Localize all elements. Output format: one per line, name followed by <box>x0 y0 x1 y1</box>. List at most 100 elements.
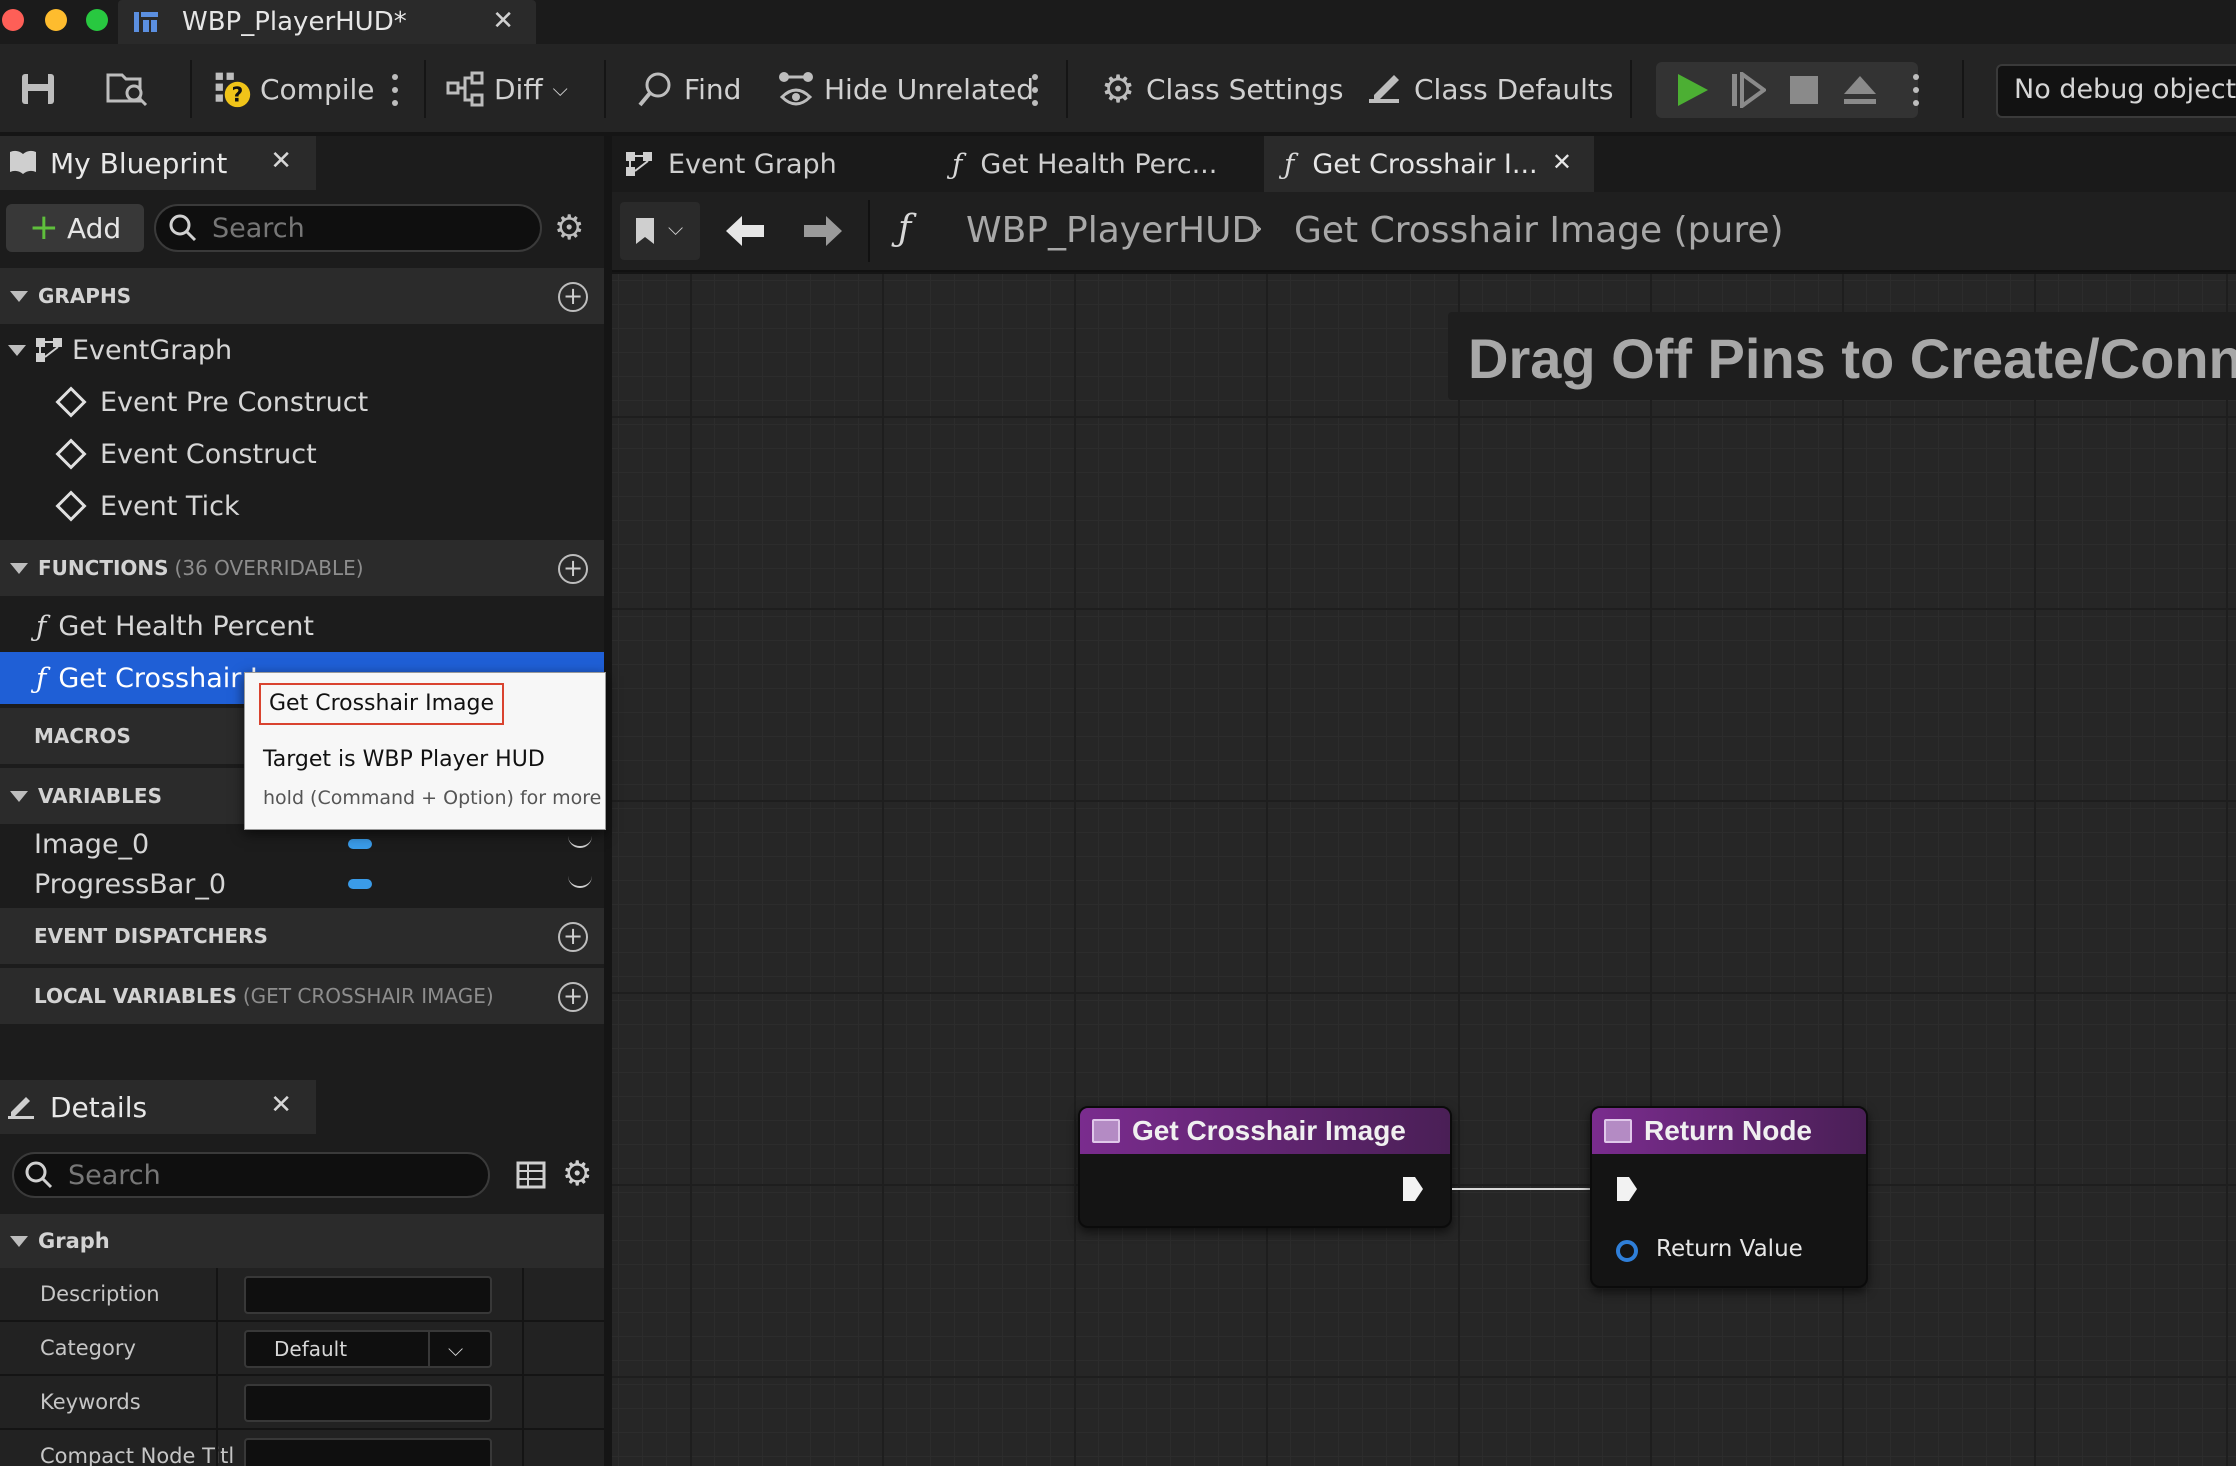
tab-event-graph[interactable]: Event Graph <box>624 136 837 192</box>
browse-button[interactable] <box>104 44 150 134</box>
graph-tab-bar: Event Graph ƒ Get Health Perc... ƒ Get C… <box>612 136 2236 192</box>
add-function-icon[interactable]: + <box>558 554 588 584</box>
close-tab-icon[interactable]: ✕ <box>1552 148 1572 176</box>
class-settings-button[interactable]: ⚙ Class Settings <box>1098 44 1343 134</box>
graph-section-header[interactable]: Graph <box>0 1214 604 1268</box>
event-label: Event Tick <box>100 490 240 522</box>
function-node-icon <box>1604 1119 1632 1143</box>
details-search-input[interactable]: Search <box>12 1152 490 1198</box>
tooltip-hint: hold (Command + Option) for more <box>263 787 602 809</box>
exec-in-pin[interactable] <box>1616 1176 1638 1202</box>
details-tab-label: Details <box>50 1090 148 1124</box>
functions-overridable-count: (36 OVERRIDABLE) <box>174 556 364 580</box>
function-icon: ƒ <box>36 609 47 643</box>
blueprint-search-input[interactable]: Search <box>154 204 542 252</box>
function-icon: ƒ <box>36 661 47 695</box>
function-icon: ƒ <box>898 208 912 249</box>
eject-icon[interactable] <box>1842 72 1878 108</box>
stop-icon[interactable] <box>1786 72 1822 108</box>
play-options-menu[interactable] <box>1912 74 1920 106</box>
details-tab[interactable]: Details ✕ <box>0 1080 316 1134</box>
class-defaults-icon <box>1366 69 1406 109</box>
return-value-pin[interactable] <box>1616 1240 1638 1262</box>
tab-get-health-percent[interactable]: ƒ Get Health Perc... <box>952 136 1217 192</box>
close-tab-icon[interactable]: ✕ <box>270 1090 292 1120</box>
description-label: Description <box>40 1282 160 1306</box>
visibility-eye-icon[interactable] <box>568 836 592 848</box>
class-defaults-label: Class Defaults <box>1414 72 1614 106</box>
hide-unrelated-options-menu[interactable] <box>1031 74 1039 106</box>
function-label: Get Crosshair I <box>58 662 258 694</box>
widget-blueprint-icon <box>134 12 158 32</box>
variable-row-progressbar-0[interactable]: ProgressBar_0 <box>0 864 604 904</box>
category-combo[interactable]: Default ⌵ <box>244 1330 492 1368</box>
variable-row-image-0[interactable]: Image_0 <box>0 824 604 864</box>
tree-item-event-pre-construct[interactable]: Event Pre Construct <box>0 376 604 428</box>
graph-canvas[interactable] <box>612 274 2236 1466</box>
function-tooltip: Get Crosshair Image Target is WBP Player… <box>244 672 606 830</box>
document-tab[interactable]: WBP_PlayerHUD* ✕ <box>118 0 536 44</box>
tab-label: Get Crosshair I... <box>1312 148 1538 180</box>
close-window-button[interactable] <box>2 9 24 31</box>
browse-icon <box>106 73 148 107</box>
compact-node-title-field[interactable] <box>244 1438 492 1466</box>
save-icon <box>22 74 54 104</box>
description-field[interactable] <box>244 1276 492 1314</box>
tab-get-crosshair-image[interactable]: ƒ Get Crosshair I... ✕ <box>1264 136 1594 192</box>
functions-section-header[interactable]: FUNCTIONS (36 OVERRIDABLE) + <box>0 540 604 596</box>
add-local-variable-icon[interactable]: + <box>558 982 588 1012</box>
keywords-field[interactable] <box>244 1384 492 1422</box>
function-entry-node[interactable]: Get Crosshair Image <box>1078 1106 1452 1228</box>
chevron-down-icon[interactable]: ⌵ <box>448 1337 463 1361</box>
step-icon[interactable] <box>1730 72 1766 108</box>
event-graph-icon <box>626 152 652 176</box>
add-button[interactable]: + Add <box>6 204 144 252</box>
details-settings-gear-icon[interactable]: ⚙ <box>562 1154 592 1194</box>
play-icon[interactable] <box>1674 72 1710 108</box>
compile-button[interactable]: ? Compile <box>212 44 375 134</box>
tree-item-event-tick[interactable]: Event Tick <box>0 480 604 532</box>
minimize-window-button[interactable] <box>45 9 67 31</box>
graphs-section-header[interactable]: GRAPHS + <box>0 268 604 324</box>
exec-out-pin[interactable] <box>1402 1176 1424 1202</box>
local-variables-section-header[interactable]: LOCAL VARIABLES (GET CROSSHAIR IMAGE) + <box>0 968 604 1024</box>
diff-button[interactable]: Diff ⌵ <box>446 44 568 134</box>
zoom-window-button[interactable] <box>86 9 108 31</box>
search-icon <box>169 214 197 242</box>
play-controls <box>1656 62 1918 118</box>
bookmark-button[interactable]: ⌵ <box>620 202 700 260</box>
keywords-label: Keywords <box>40 1390 141 1414</box>
collapse-arrow-icon <box>10 790 28 802</box>
title-bar: WBP_PlayerHUD* ✕ <box>0 0 2236 44</box>
close-tab-icon[interactable]: ✕ <box>492 6 514 36</box>
event-label: Event Pre Construct <box>100 386 369 418</box>
hide-unrelated-button[interactable]: Hide Unrelated <box>776 44 1034 134</box>
compile-options-menu[interactable] <box>391 74 399 106</box>
event-graph-icon <box>36 338 62 362</box>
add-event-dispatcher-icon[interactable]: + <box>558 922 588 952</box>
debug-object-select[interactable]: No debug object se <box>1996 64 2236 118</box>
tree-item-get-health-percent[interactable]: ƒ Get Health Percent <box>0 600 604 652</box>
close-tab-icon[interactable]: ✕ <box>270 146 292 176</box>
save-button[interactable] <box>18 44 58 134</box>
tree-item-event-construct[interactable]: Event Construct <box>0 428 604 480</box>
settings-gear-icon[interactable]: ⚙ <box>554 208 584 248</box>
class-defaults-button[interactable]: Class Defaults <box>1366 44 1613 134</box>
table-view-icon[interactable] <box>516 1160 546 1190</box>
visibility-eye-icon[interactable] <box>568 876 592 888</box>
forward-arrow-icon[interactable] <box>802 214 844 248</box>
tree-item-eventgraph[interactable]: EventGraph <box>0 324 604 376</box>
find-button[interactable]: Find <box>636 44 741 134</box>
back-arrow-icon[interactable] <box>724 214 766 248</box>
add-graph-icon[interactable]: + <box>558 282 588 312</box>
my-blueprint-tab[interactable]: My Blueprint ✕ <box>0 136 316 190</box>
event-dispatchers-section-header[interactable]: EVENT DISPATCHERS + <box>0 908 604 964</box>
chevron-down-icon: ⌵ <box>552 77 568 101</box>
function-label: Get Health Percent <box>58 610 314 642</box>
tooltip-target: Target is WBP Player HUD <box>263 747 545 772</box>
collapse-arrow-icon <box>10 290 28 302</box>
variable-type-pill <box>348 879 372 889</box>
breadcrumb-blueprint[interactable]: WBP_PlayerHUD <box>966 210 1259 251</box>
add-label: Add <box>66 211 122 245</box>
return-node[interactable]: Return Node Return Value <box>1590 1106 1868 1288</box>
